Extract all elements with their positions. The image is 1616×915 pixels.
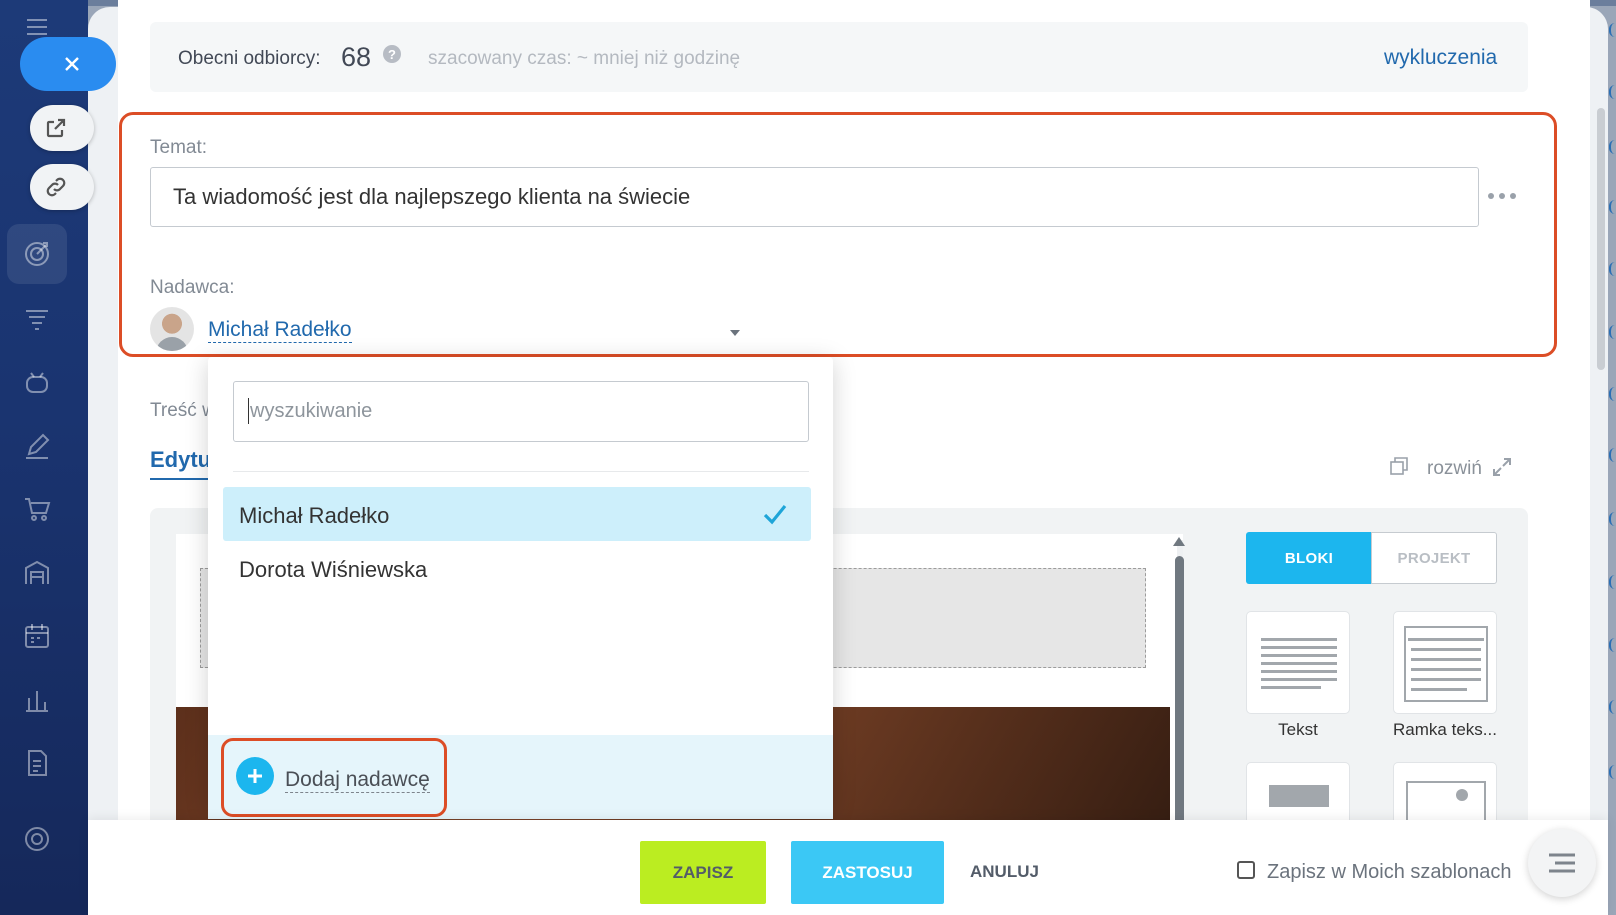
nav-funnel-icon[interactable]	[18, 300, 56, 338]
menu-button[interactable]	[1528, 829, 1596, 897]
edge-marker	[1609, 387, 1615, 401]
close-button[interactable]	[20, 37, 116, 91]
nav-chart-icon[interactable]	[18, 681, 56, 719]
add-sender-button[interactable]: Dodaj nadawcę	[285, 768, 430, 793]
subject-label: Temat:	[150, 137, 208, 158]
edge-marker	[1609, 638, 1615, 652]
search-input[interactable]	[233, 381, 809, 442]
sender-label: Nadawca:	[150, 277, 235, 298]
text-cursor	[248, 398, 249, 424]
edge-marker	[1609, 700, 1615, 714]
save-button[interactable]: ZAPISZ	[640, 841, 766, 904]
text-frame-block-icon[interactable]	[1393, 611, 1497, 714]
save-template-checkbox[interactable]	[1237, 861, 1255, 879]
close-icon	[65, 57, 79, 71]
edge-marker	[1609, 448, 1615, 462]
block-label-text: Tekst	[1278, 720, 1318, 739]
recipients-label: Obecni odbiorcy:	[178, 48, 321, 69]
recipients-count: 68	[341, 42, 372, 72]
open-new-window-button[interactable]	[30, 105, 94, 151]
expand-label[interactable]: rozwiń	[1427, 458, 1482, 480]
copy-icon[interactable]	[1390, 457, 1408, 475]
edge-marker	[1609, 200, 1615, 214]
nav-pen-icon[interactable]	[18, 427, 56, 465]
nav-warehouse-icon[interactable]	[18, 554, 56, 592]
nav-marketing-icon[interactable]	[7, 224, 67, 284]
text-block-icon[interactable]	[1246, 611, 1350, 714]
nav-settings-icon[interactable]	[18, 820, 56, 858]
edge-marker	[1609, 765, 1615, 779]
apply-button[interactable]: ZASTOSUJ	[791, 841, 944, 904]
link-icon	[46, 177, 66, 197]
cancel-button[interactable]: ANULUJ	[970, 862, 1039, 882]
tab-underline	[150, 478, 210, 480]
content-label: Treść w	[150, 400, 216, 421]
nav-cart-icon[interactable]	[18, 490, 56, 528]
list-icon	[1549, 853, 1575, 873]
tab-design[interactable]: PROJEKT	[1371, 532, 1497, 584]
edge-marker	[1609, 262, 1615, 276]
exclusions-link[interactable]: wykluczenia	[1384, 46, 1497, 70]
tab-editor[interactable]: Edytu	[150, 447, 211, 473]
nav-calendar-icon[interactable]	[18, 617, 56, 655]
plus-icon[interactable]	[236, 757, 274, 795]
edge-marker	[1609, 325, 1615, 339]
edge-marker	[1609, 140, 1615, 154]
more-options-icon[interactable]	[1488, 190, 1516, 202]
chevron-down-icon[interactable]	[730, 330, 740, 336]
check-icon	[763, 504, 787, 525]
scroll-up-icon[interactable]	[1173, 537, 1185, 546]
edge-marker	[1609, 575, 1615, 589]
external-link-icon	[46, 118, 66, 138]
copy-link-button[interactable]	[30, 164, 94, 210]
avatar	[150, 307, 194, 351]
edge-marker	[1609, 85, 1615, 99]
expand-icon[interactable]	[1491, 456, 1513, 478]
save-template-label[interactable]: Zapisz w Moich szablonach	[1267, 861, 1512, 884]
nav-robot-icon[interactable]	[18, 363, 56, 401]
divider	[233, 471, 809, 472]
edge-marker	[1609, 23, 1615, 37]
tab-blocks[interactable]: BLOKI	[1246, 532, 1372, 584]
edge-marker	[1609, 512, 1615, 526]
block-label-text-frame: Ramka teks...	[1393, 720, 1497, 739]
subject-input[interactable]	[150, 167, 1479, 227]
page-scrollbar[interactable]	[1597, 108, 1605, 370]
help-icon[interactable]: ?	[383, 45, 401, 63]
sender-selector[interactable]: Michał Radełko	[208, 318, 352, 343]
sender-option-label[interactable]: Dorota Wiśniewska	[239, 557, 427, 583]
nav-document-icon[interactable]	[18, 744, 56, 782]
sender-option-label[interactable]: Michał Radełko	[239, 503, 389, 529]
estimated-time: szacowany czas: ~ mniej niż godzinę	[428, 48, 741, 69]
